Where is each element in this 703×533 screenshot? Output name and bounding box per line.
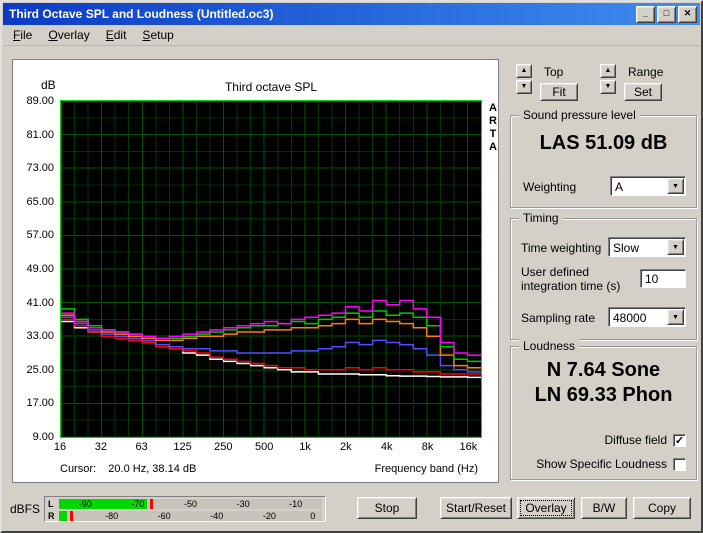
plot-title: Third octave SPL bbox=[224, 80, 318, 94]
x-tick-label: 500 bbox=[255, 441, 274, 453]
x-axis-ticks: 16 32 63 125 250 500 1k 2k 4k 8k 16k bbox=[54, 441, 482, 455]
y-tick-label: 33.00 bbox=[26, 330, 54, 343]
x-tick-label: 4k bbox=[380, 441, 393, 453]
menubar: File Overlay Edit Setup bbox=[3, 25, 700, 46]
cursor-readout: Cursor: 20.0 Hz, 38.14 dB bbox=[60, 463, 197, 475]
y-tick-label: 81.00 bbox=[26, 128, 54, 141]
timing-group-legend: Timing bbox=[519, 211, 563, 225]
menu-overlay[interactable]: Overlay bbox=[40, 26, 97, 44]
plot-panel: dB Third octave SPL 89.00 81.00 73.00 65.00… bbox=[12, 59, 499, 483]
spectrum-plot[interactable] bbox=[60, 100, 482, 438]
diffuse-field-label: Diffuse field bbox=[604, 433, 667, 447]
meter-channel-l: L -90 -70 -50 -30 -10 bbox=[47, 499, 322, 509]
time-weighting-label: Time weighting bbox=[521, 241, 602, 255]
y-tick-label: 25.00 bbox=[26, 363, 54, 376]
level-meter: L -90 -70 -50 -30 -10 R -80 -60 -40 -20 0 bbox=[44, 496, 326, 522]
chevron-down-icon[interactable]: ▼ bbox=[667, 309, 684, 325]
chevron-down-icon[interactable]: ▼ bbox=[667, 239, 684, 255]
x-tick-label: 8k bbox=[421, 441, 434, 453]
loudness-sone-reading: N 7.64 Sone bbox=[546, 359, 661, 381]
menu-file[interactable]: File bbox=[5, 26, 40, 44]
integration-time-input[interactable]: 10 bbox=[640, 269, 686, 288]
x-tick-label: 32 bbox=[94, 441, 107, 453]
start-reset-button[interactable]: Start/Reset bbox=[440, 497, 512, 519]
spectrum-chart bbox=[61, 100, 481, 438]
y-tick-label: 9.00 bbox=[32, 431, 54, 443]
y-axis-unit-label: dB bbox=[41, 78, 56, 92]
spl-reading: LAS 51.09 dB bbox=[539, 132, 668, 154]
range-spin-up-icon[interactable]: ▲ bbox=[600, 64, 616, 78]
weighting-select[interactable]: A ▼ bbox=[610, 176, 686, 196]
time-weighting-select[interactable]: Slow ▼ bbox=[608, 237, 686, 257]
timing-groupbox: Timing Time weighting Slow ▼ User define… bbox=[510, 211, 697, 340]
top-spin-down-icon[interactable]: ▼ bbox=[516, 80, 532, 94]
close-icon[interactable]: ✕ bbox=[678, 6, 697, 23]
meter-channel-r: R -80 -60 -40 -20 0 bbox=[47, 511, 322, 521]
set-button[interactable]: Set bbox=[624, 83, 662, 101]
loudness-phon-reading: LN 69.33 Phon bbox=[534, 384, 673, 406]
x-tick-label: 16k bbox=[459, 441, 478, 453]
x-axis-label: Frequency band (Hz) bbox=[374, 463, 478, 475]
meter-unit-label: dBFS bbox=[10, 502, 41, 516]
x-tick-label: 125 bbox=[173, 441, 192, 453]
bw-button[interactable]: B/W bbox=[581, 497, 627, 519]
x-tick-label: 1k bbox=[299, 441, 311, 453]
weighting-label: Weighting bbox=[523, 180, 577, 194]
window-title: Third Octave SPL and Loudness (Untitled.… bbox=[9, 7, 274, 21]
loudness-group-legend: Loudness bbox=[519, 339, 580, 353]
x-tick-label: 2k bbox=[340, 441, 352, 453]
spl-groupbox: Sound pressure level LAS 51.09 dB Weight… bbox=[510, 108, 697, 208]
x-tick-label: 16 bbox=[53, 441, 67, 453]
sampling-rate-label: Sampling rate bbox=[521, 311, 596, 325]
sampling-rate-value: 48000 bbox=[613, 311, 647, 325]
chevron-down-icon[interactable]: ▼ bbox=[667, 178, 684, 194]
titlebar[interactable]: Third Octave SPL and Loudness (Untitled.… bbox=[3, 3, 700, 25]
spl-group-legend: Sound pressure level bbox=[519, 108, 640, 122]
fit-button[interactable]: Fit bbox=[540, 83, 578, 101]
x-tick-label: 250 bbox=[214, 441, 233, 453]
minimize-icon[interactable]: _ bbox=[636, 6, 655, 23]
y-tick-label: 49.00 bbox=[26, 263, 54, 275]
diffuse-field-row: Diffuse field ✓ bbox=[605, 433, 686, 447]
integration-time-label: User defined integration time (s) bbox=[521, 265, 621, 293]
specific-loudness-label: Show Specific Loudness bbox=[536, 457, 667, 471]
weighting-value: A bbox=[615, 180, 624, 194]
y-tick-label: 57.00 bbox=[26, 229, 54, 242]
top-label: Top bbox=[544, 65, 564, 79]
y-tick-label: 17.00 bbox=[26, 397, 54, 410]
y-tick-label: 73.00 bbox=[26, 162, 54, 175]
menu-edit[interactable]: Edit bbox=[98, 26, 135, 44]
loudness-groupbox: Loudness N 7.64 Sone LN 69.33 Phon Diffu… bbox=[510, 339, 697, 480]
range-label: Range bbox=[628, 65, 664, 79]
sampling-rate-select[interactable]: 48000 ▼ bbox=[608, 307, 686, 327]
y-axis-ticks: 89.00 81.00 73.00 65.00 57.00 49.00 41.00 33.00… bbox=[13, 95, 57, 443]
x-tick-label: 63 bbox=[135, 441, 148, 453]
copy-button[interactable]: Copy bbox=[633, 497, 691, 519]
stop-button[interactable]: Stop bbox=[357, 497, 417, 519]
y-tick-label: 65.00 bbox=[26, 195, 54, 208]
top-spin-up-icon[interactable]: ▲ bbox=[516, 64, 532, 78]
app-window: Third Octave SPL and Loudness (Untitled.… bbox=[0, 0, 703, 533]
diffuse-field-checkbox[interactable]: ✓ bbox=[673, 433, 686, 447]
y-tick-label: 89.00 bbox=[26, 95, 54, 107]
maximize-icon[interactable]: □ bbox=[657, 6, 676, 23]
menu-setup[interactable]: Setup bbox=[134, 26, 181, 44]
y-tick-label: 41.00 bbox=[26, 296, 54, 309]
time-weighting-value: Slow bbox=[613, 241, 640, 255]
specific-loudness-row: Show Specific Loudness bbox=[536, 457, 686, 471]
arta-watermark: ARTA bbox=[489, 102, 497, 153]
range-spin-down-icon[interactable]: ▼ bbox=[600, 80, 616, 94]
overlay-button[interactable]: Overlay bbox=[517, 497, 575, 519]
specific-loudness-checkbox[interactable] bbox=[673, 457, 686, 471]
